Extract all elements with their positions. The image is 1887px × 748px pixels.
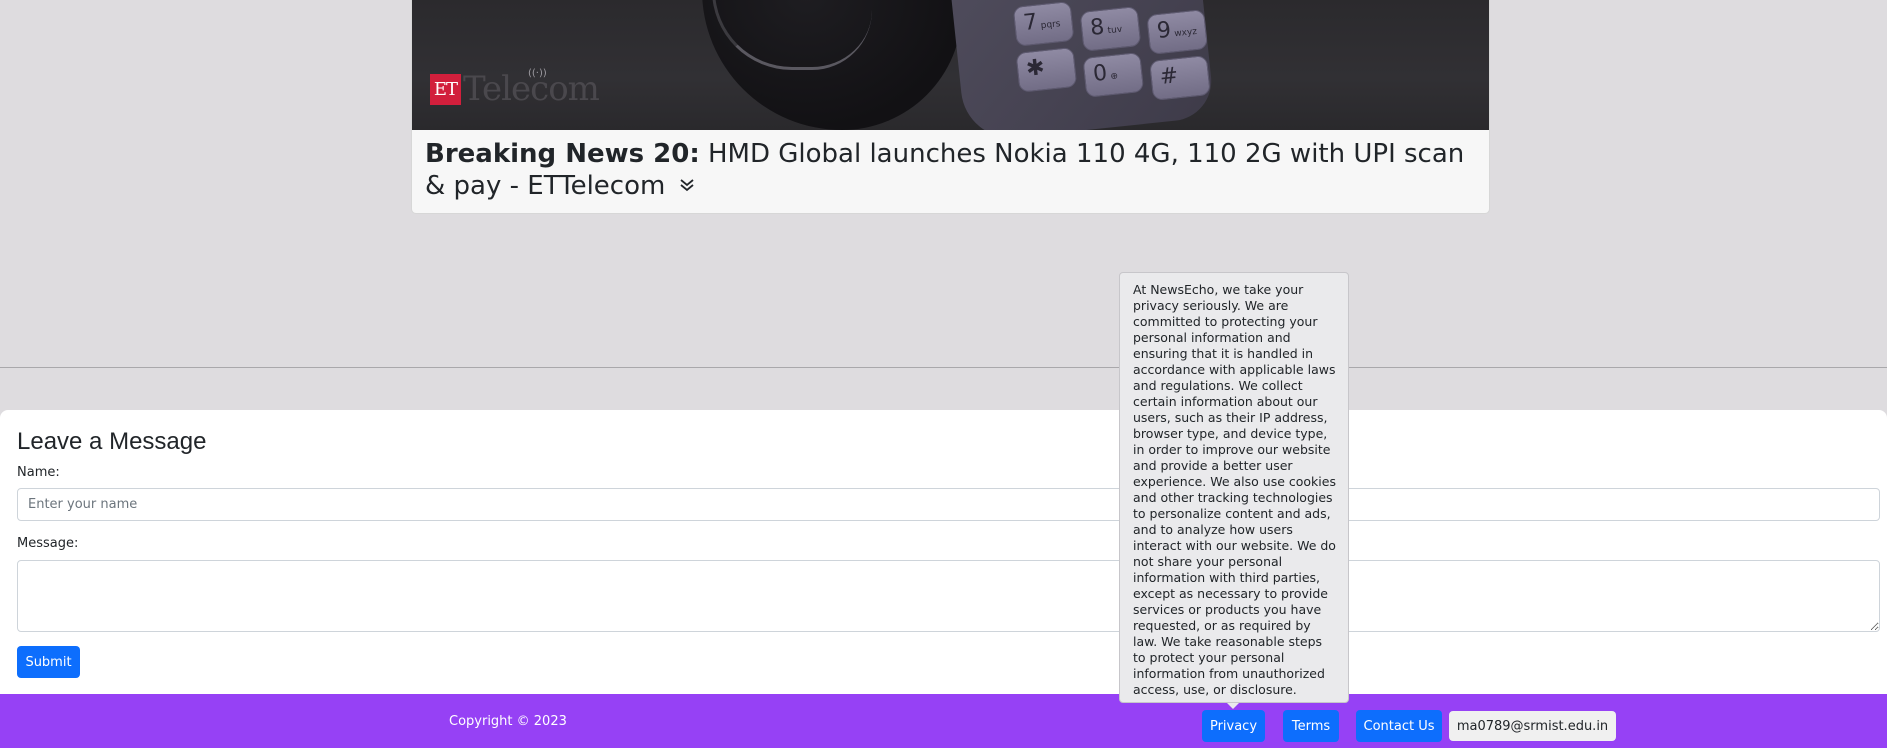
- contact-email: ma0789@srmist.edu.in: [1449, 711, 1616, 741]
- chevron-double-down-icon[interactable]: [679, 177, 695, 197]
- news-image: 7 pqrs 8 tuv 9 wxyz ✱ 0 ⊕ # ET Telecom ((·)): [412, 0, 1489, 130]
- footer: Copyright © 2023 Privacy Terms Contact U…: [0, 694, 1887, 748]
- submit-button[interactable]: Submit: [17, 646, 80, 678]
- message-textarea[interactable]: [17, 560, 1880, 632]
- keypad-key: 0 ⊕: [1082, 51, 1145, 98]
- section-divider: [0, 367, 1887, 368]
- keypad-key: ✱: [1015, 46, 1078, 93]
- message-label: Message:: [17, 536, 79, 551]
- keypad-key: #: [1149, 55, 1211, 101]
- name-label: Name:: [17, 465, 60, 480]
- phone-keypad-graphic: 7 pqrs 8 tuv 9 wxyz ✱ 0 ⊕ #: [948, 0, 1216, 130]
- name-input[interactable]: [17, 488, 1880, 521]
- news-card[interactable]: 7 pqrs 8 tuv 9 wxyz ✱ 0 ⊕ # ET Telecom ((·))…: [411, 0, 1490, 214]
- privacy-tooltip: At NewsEcho, we take your privacy seriou…: [1119, 272, 1349, 703]
- headline-lead: Breaking News 20:: [425, 139, 700, 169]
- ettelecom-logo: ET Telecom ((·)): [430, 68, 600, 106]
- terms-button[interactable]: Terms: [1283, 710, 1339, 742]
- contact-us-button[interactable]: Contact Us: [1356, 710, 1442, 742]
- privacy-button[interactable]: Privacy: [1202, 710, 1265, 742]
- signal-icon: ((·)): [528, 68, 547, 79]
- message-form: Leave a Message Name: Message: Submit: [0, 410, 1887, 694]
- keypad-key: 7 pqrs: [1012, 0, 1075, 47]
- copyright-text: Copyright © 2023: [449, 714, 567, 729]
- tooltip-arrow: [1227, 703, 1239, 709]
- keypad-key: 9 wxyz: [1146, 9, 1209, 55]
- et-logo-mark: ET: [430, 74, 461, 105]
- news-headline[interactable]: Breaking News 20: HMD Global launches No…: [425, 138, 1475, 202]
- keypad-key: 8 tuv: [1079, 6, 1142, 52]
- form-title: Leave a Message: [17, 428, 207, 455]
